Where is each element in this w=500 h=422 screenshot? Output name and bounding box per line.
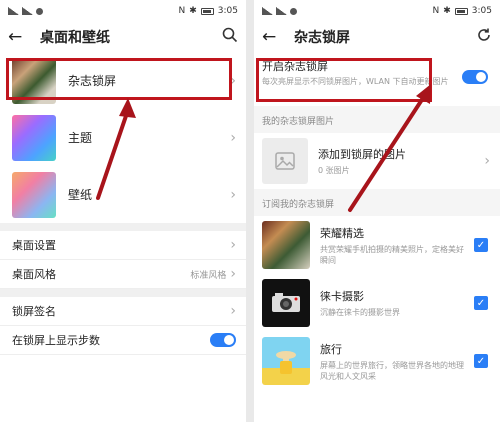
status-bar: N ✱ 3:05 — [254, 0, 500, 22]
item-label: 主题 — [68, 131, 93, 145]
chevron-right-icon: › — [230, 72, 236, 89]
theme-thumbnail — [12, 114, 56, 161]
subscription-checkbox[interactable]: ✓ — [474, 238, 488, 252]
annotation-highlight-box — [256, 58, 432, 102]
chevron-right-icon: › — [230, 303, 236, 319]
annotation-highlight-box — [6, 58, 232, 100]
status-bar: N ✱ 3:05 — [0, 0, 246, 22]
chevron-right-icon: › — [230, 237, 236, 253]
subscription-checkbox[interactable]: ✓ — [474, 354, 488, 368]
nfc-icon: N — [432, 6, 440, 16]
chevron-right-icon: › — [484, 153, 490, 169]
refresh-icon[interactable] — [476, 27, 492, 47]
battery-icon — [200, 7, 214, 15]
subscription-item[interactable]: 旅行 屏幕上的世界旅行，领略世界各地的地理风光和人文风采 ✓ — [254, 332, 500, 390]
show-steps-toggle[interactable] — [210, 333, 236, 347]
section-header: 订阅我的杂志锁屏 — [254, 189, 500, 216]
section-header: 我的杂志锁屏图片 — [254, 106, 500, 133]
page-title: 桌面和壁纸 — [40, 30, 110, 46]
image-placeholder-icon — [262, 138, 308, 184]
lockscreen-signature-row[interactable]: 锁屏签名 › — [0, 297, 246, 326]
app-bar: ← 杂志锁屏 — [254, 22, 500, 52]
theme-item[interactable]: 主题 › — [0, 109, 246, 166]
page-title: 杂志锁屏 — [294, 30, 350, 46]
travel-thumbnail — [262, 337, 310, 385]
subscription-desc: 共赏荣耀手机拍摄的精美照片，定格美好瞬间 — [320, 244, 464, 265]
bluetooth-icon: ✱ — [189, 6, 197, 16]
app-bar: ← 桌面和壁纸 — [0, 22, 246, 52]
subscription-title: 荣耀精选 — [320, 226, 364, 240]
clock: 3:05 — [217, 6, 238, 16]
show-steps-row: 在锁屏上显示步数 — [0, 326, 246, 355]
battery-icon — [454, 7, 468, 15]
panel-separator — [246, 0, 254, 422]
item-label: 壁纸 — [68, 188, 93, 202]
image-count: 0 张图片 — [318, 166, 350, 175]
bluetooth-icon: ✱ — [443, 6, 451, 16]
row-label: 锁屏签名 — [12, 305, 56, 318]
row-label: 桌面设置 — [12, 239, 56, 252]
search-icon[interactable] — [222, 27, 238, 47]
subscription-item[interactable]: 徕卡摄影 沉静在徕卡的摄影世界 ✓ — [254, 274, 500, 332]
chevron-right-icon: › — [230, 266, 236, 282]
signal-icon — [8, 7, 19, 15]
nfc-icon: N — [178, 6, 186, 16]
section-divider — [0, 223, 246, 231]
chevron-right-icon: › — [230, 186, 236, 203]
subscription-thumbnail — [262, 221, 310, 269]
desktop-style-row[interactable]: 桌面风格 标准风格 › — [0, 260, 246, 289]
enable-magazine-toggle[interactable] — [462, 70, 488, 84]
chevron-right-icon: › — [230, 129, 236, 146]
subscription-item[interactable]: 荣耀精选 共赏荣耀手机拍摄的精美照片，定格美好瞬间 ✓ — [254, 216, 500, 274]
signal-icon — [22, 7, 33, 15]
wallpaper-item[interactable]: 壁纸 › — [0, 166, 246, 223]
subscription-desc: 沉静在徕卡的摄影世界 — [320, 308, 400, 317]
signal-icon — [276, 7, 287, 15]
subscription-checkbox[interactable]: ✓ — [474, 296, 488, 310]
subscription-desc: 屏幕上的世界旅行，领略世界各地的地理风光和人文风采 — [320, 360, 464, 381]
notification-icon — [290, 7, 297, 15]
row-value: 标准风格 — [190, 270, 227, 281]
camera-thumbnail — [262, 279, 310, 327]
back-icon[interactable]: ← — [262, 27, 284, 47]
subscription-title: 旅行 — [320, 342, 342, 356]
desktop-settings-row[interactable]: 桌面设置 › — [0, 231, 246, 260]
notification-icon — [36, 7, 43, 15]
subscription-title: 徕卡摄影 — [320, 290, 364, 303]
add-title: 添加到锁屏的图片 — [318, 148, 406, 161]
section-divider — [0, 289, 246, 297]
wallpaper-thumbnail — [12, 171, 56, 218]
back-icon[interactable]: ← — [8, 27, 30, 47]
row-label: 桌面风格 — [12, 268, 56, 281]
add-lockscreen-image-row[interactable]: 添加到锁屏的图片 0 张图片 › — [254, 133, 500, 189]
row-label: 在锁屏上显示步数 — [12, 334, 100, 347]
clock: 3:05 — [471, 6, 492, 16]
signal-icon — [262, 7, 273, 15]
